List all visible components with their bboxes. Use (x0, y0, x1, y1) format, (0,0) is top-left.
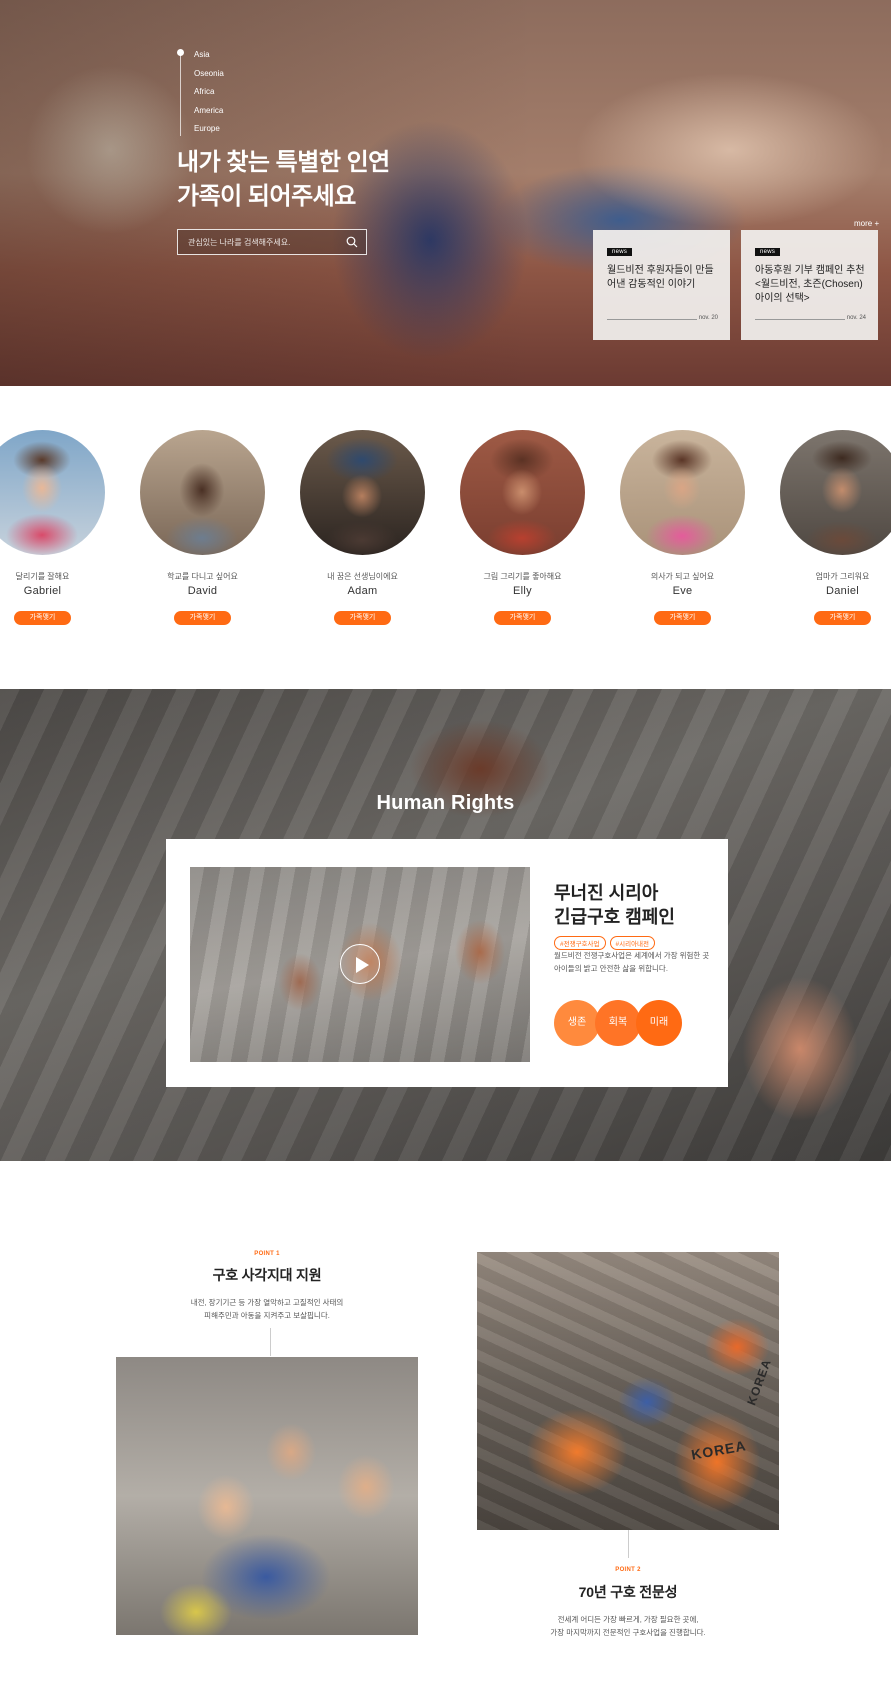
point-title: 구호 사각지대 지원 (212, 1267, 322, 1283)
region-asia[interactable]: Asia (194, 46, 224, 65)
future-button[interactable]: 미래 (636, 1000, 682, 1046)
point-description-line1: 전세계 어디든 가장 빠르게, 가장 필요한 곳에, (557, 1615, 699, 1624)
hero-search (177, 229, 367, 255)
child-wish: 달리기를 잘해요 (15, 572, 70, 581)
news-more-link[interactable]: more + (854, 219, 879, 228)
child-card: 그림 그리기를 좋아해요 Elly 가족맺기 (460, 430, 590, 630)
child-wish: 내 꿈은 선생님이에요 (327, 572, 398, 581)
child-wish: 학교를 다니고 싶어요 (167, 572, 238, 581)
child-wish: 의사가 되고 싶어요 (650, 572, 715, 581)
region-oseonia[interactable]: Oseonia (194, 65, 224, 84)
news-card[interactable]: news 월드비전 후원자들이 만들어낸 감동적인 이야기 nov. 20 (593, 230, 730, 340)
child-card: 엄마가 그리워요 Daniel 가족맺기 (780, 430, 891, 630)
child-photo[interactable] (620, 430, 745, 555)
adopt-button[interactable]: 가족맺기 (174, 611, 231, 625)
child-photo[interactable] (460, 430, 585, 555)
adopt-button[interactable]: 가족맺기 (14, 611, 71, 625)
point-description-line2: 가장 마지막까지 전문적인 구호사업을 진행합니다. (550, 1628, 706, 1637)
child-photo[interactable] (300, 430, 425, 555)
hero-title-line2: 가족이 되어주세요 (177, 183, 356, 210)
region-nav-line (180, 52, 181, 136)
news-date: nov. 24 (846, 315, 866, 321)
point-label: POINT 2 (615, 1567, 641, 1573)
play-icon[interactable] (340, 944, 380, 984)
news-card[interactable]: news 아동후원 기부 캠페인 추천 <월드비전, 초즌(Chosen) 아이… (741, 230, 878, 340)
point-label: POINT 1 (254, 1251, 280, 1257)
point-divider (270, 1328, 271, 1356)
child-name: Elly (513, 585, 532, 597)
section-title: Human Rights (376, 792, 515, 814)
region-list: Asia Oseonia Africa America Europe (194, 46, 224, 139)
child-card: 학교를 다니고 싶어요 David 가족맺기 (140, 430, 270, 630)
point2-photo: KOREA KOREA (477, 1252, 779, 1530)
news-divider (755, 319, 845, 320)
hashtag[interactable]: #전쟁구호사업 (554, 936, 606, 950)
point-description: 내전, 장기기근 등 가장 열악하고 고질적인 사태의 피해주민과 아동을 지켜… (116, 1296, 418, 1322)
hero-title-line1: 내가 찾는 특별한 인연 (177, 149, 390, 176)
adopt-button[interactable]: 가족맺기 (654, 611, 711, 625)
adopt-button[interactable]: 가족맺기 (494, 611, 551, 625)
news-title: 월드비전 후원자들이 만들어낸 감동적인 이야기 (607, 265, 714, 290)
campaign-heading-line2: 긴급구호 캠페인 (554, 907, 675, 927)
news-badge: news (755, 248, 781, 256)
point-description-line1: 내전, 장기기근 등 가장 열악하고 고질적인 사태의 (190, 1298, 344, 1307)
campaign-card: 무너진 시리아 긴급구호 캠페인 #전쟁구호사업 #시리아내전 월드비전 전쟁구호… (166, 839, 728, 1087)
campaign-description-line1: 월드비전 전쟁구호사업은 세계에서 가장 위험한 곳 (554, 951, 710, 960)
child-wish: 엄마가 그리워요 (815, 572, 870, 581)
child-name: Adam (347, 585, 378, 597)
child-name: Gabriel (23, 585, 62, 597)
point-divider (628, 1530, 629, 1558)
point-description: 전세계 어디든 가장 빠르게, 가장 필요한 곳에, 가장 마지막까지 전문적인… (477, 1613, 779, 1639)
point-description-line2: 피해주민과 아동을 지켜주고 보살핍니다. (204, 1311, 330, 1320)
child-card: 내 꿈은 선생님이에요 Adam 가족맺기 (300, 430, 430, 630)
news-badge: news (607, 248, 633, 256)
adopt-button[interactable]: 가족맺기 (334, 611, 391, 625)
child-photo[interactable] (0, 430, 105, 555)
page: Asia Oseonia Africa America Europe 내가 찾는… (0, 0, 891, 1682)
adopt-button[interactable]: 가족맺기 (814, 611, 871, 625)
child-name: Eve (672, 585, 693, 597)
hashtag[interactable]: #시리아내전 (609, 936, 656, 950)
child-card: 달리기를 잘해요 Gabriel 가족맺기 (0, 430, 110, 630)
vest-text: KOREA (744, 1356, 775, 1408)
region-africa[interactable]: Africa (194, 83, 224, 102)
campaign-heading-line1: 무너진 시리아 (554, 883, 659, 903)
search-input[interactable] (188, 235, 338, 250)
news-date: nov. 20 (698, 315, 718, 321)
survival-button[interactable]: 생존 (554, 1000, 600, 1046)
child-photo[interactable] (140, 430, 265, 555)
child-photo[interactable] (780, 430, 891, 555)
child-card: 의사가 되고 싶어요 Eve 가족맺기 (620, 430, 750, 630)
recovery-button[interactable]: 회복 (595, 1000, 641, 1046)
human-rights-section: Human Rights 무너진 시리아 긴급구호 캠페인 #전쟁구호사업 #시리… (0, 689, 891, 1161)
campaign-description: 월드비전 전쟁구호사업은 세계에서 가장 위험한 곳 아이들의 밝고 안전한 삶… (554, 949, 714, 975)
child-name: David (187, 585, 218, 597)
child-name: Daniel (826, 585, 859, 597)
point-title: 70년 구호 전문성 (578, 1584, 678, 1600)
hero-section: Asia Oseonia Africa America Europe 내가 찾는… (0, 0, 891, 386)
region-nav: Asia Oseonia Africa America Europe (177, 46, 260, 139)
region-europe[interactable]: Europe (194, 120, 224, 139)
campaign-video[interactable] (190, 867, 530, 1062)
hero-title: 내가 찾는 특별한 인연 가족이 되어주세요 (177, 146, 390, 214)
news-divider (607, 319, 697, 320)
campaign-heading: 무너진 시리아 긴급구호 캠페인 (554, 881, 675, 929)
region-america[interactable]: America (194, 102, 224, 121)
region-nav-indicator (177, 49, 184, 56)
search-icon[interactable] (346, 236, 358, 248)
child-wish: 그림 그리기를 좋아해요 (483, 572, 562, 581)
vest-text: KOREA (690, 1437, 748, 1463)
news-title: 아동후원 기부 캠페인 추천 <월드비전, 초즌(Chosen) 아이의 선택> (755, 265, 865, 304)
campaign-description-line2: 아이들의 밝고 안전한 삶을 위합니다. (554, 964, 668, 973)
point1-photo (116, 1357, 418, 1635)
